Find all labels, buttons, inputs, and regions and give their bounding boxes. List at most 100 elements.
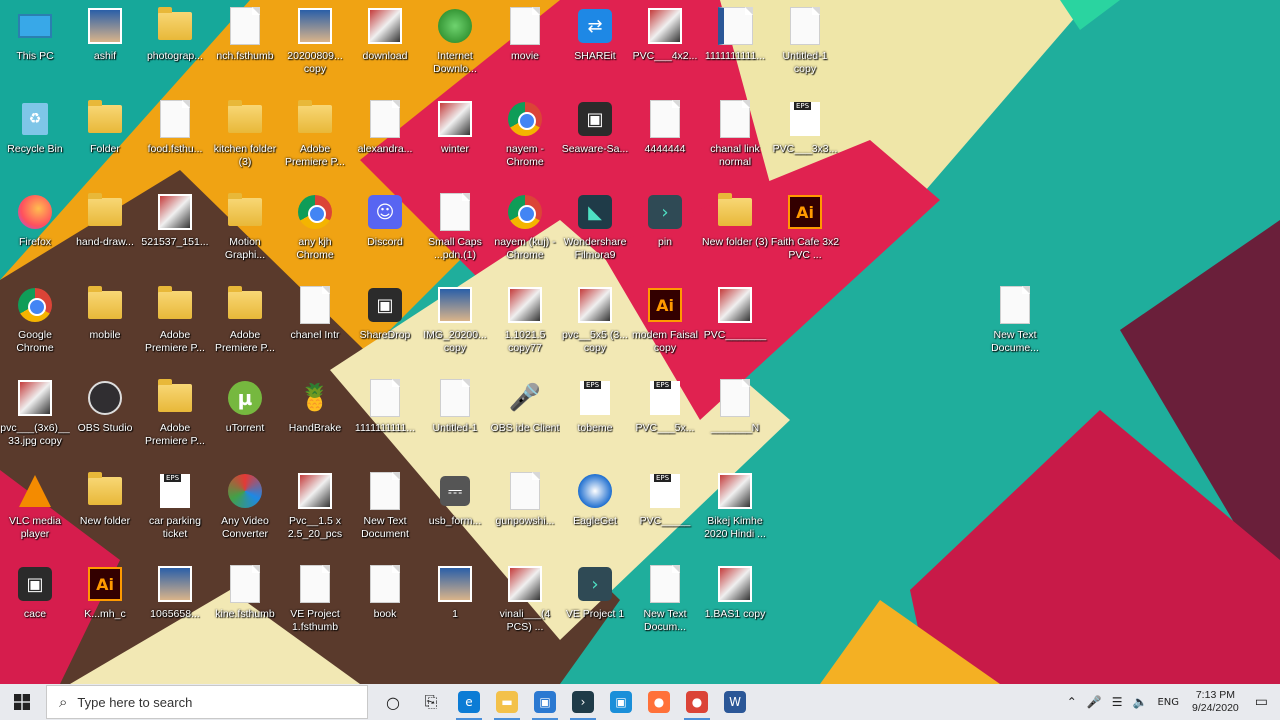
taskbar-search-box[interactable]: ⌕ [46, 685, 368, 719]
desktop-icon[interactable]: chanal link normal [700, 93, 770, 179]
desktop-icon[interactable]: PVC_______ [700, 279, 770, 365]
desktop-icon[interactable]: ▣ cace [0, 558, 70, 644]
desktop-icon[interactable]: 🍍 HandBrake [280, 372, 350, 458]
desktop-icon[interactable]: download [350, 0, 420, 86]
desktop-icon[interactable]: Bikej Kimhe 2020 Hindi ... [700, 465, 770, 551]
desktop-icon[interactable]: pvc__5x5 (3... copy [560, 279, 630, 365]
desktop-icon[interactable]: New Text Docum... [630, 558, 700, 644]
desktop-icon[interactable]: ▣ ShareDrop [350, 279, 420, 365]
desktop-icon[interactable]: Adobe Premiere P... [140, 279, 210, 365]
desktop-icon[interactable]: Untitled-1 copy [770, 0, 840, 86]
desktop-icon[interactable]: Small Caps ...pdn.(1) [420, 186, 490, 272]
desktop-icon[interactable]: 1 [420, 558, 490, 644]
desktop-icon[interactable]: OBS Studio [70, 372, 140, 458]
desktop-icon[interactable]: › pin [630, 186, 700, 272]
taskbar-word-button[interactable]: W [716, 684, 754, 720]
desktop-icon[interactable]: 4444444 [630, 93, 700, 179]
desktop-icon[interactable]: IMG_20200... copy [420, 279, 490, 365]
desktop-icon[interactable]: 20200809... copy [280, 0, 350, 86]
desktop-icon[interactable]: 521537_151... [140, 186, 210, 272]
desktop-icon[interactable]: Adobe Premiere P... [210, 279, 280, 365]
desktop-icon[interactable]: gunpowshi... [490, 465, 560, 551]
desktop-icon[interactable]: Ai modem Faisal copy [630, 279, 700, 365]
taskbar-settings-app-button[interactable]: ▣ [602, 684, 640, 720]
clock[interactable]: 7:13 PM 9/24/2020 [1184, 689, 1247, 715]
taskbar-task-view-button[interactable]: ⎘ [412, 684, 450, 720]
desktop-icon[interactable]: Motion Graphi... [210, 186, 280, 272]
desktop-icon[interactable]: food.fsthu... [140, 93, 210, 179]
taskbar-filmora-button[interactable]: › [564, 684, 602, 720]
language-indicator[interactable]: ENG [1152, 697, 1184, 708]
desktop-icon[interactable]: alexandra... [350, 93, 420, 179]
desktop-icon[interactable]: any kjh Chrome [280, 186, 350, 272]
search-input[interactable] [75, 693, 340, 711]
microphone-icon[interactable]: 🎤 [1082, 695, 1107, 709]
desktop-icon[interactable]: Untitled-1 [420, 372, 490, 458]
desktop-icon[interactable]: EagleGet [560, 465, 630, 551]
desktop-icon[interactable]: 1065658... [140, 558, 210, 644]
desktop-icon[interactable]: ♻ Recycle Bin [0, 93, 70, 179]
desktop-icon[interactable]: chanel Intr [280, 279, 350, 365]
desktop-icon[interactable]: EPS PVC_____ [630, 465, 700, 551]
network-icon[interactable]: ☰ [1107, 695, 1128, 709]
desktop-icon[interactable]: 1111111111... [350, 372, 420, 458]
desktop-icon[interactable]: µ uTorrent [210, 372, 280, 458]
taskbar-cortana-button[interactable]: ○ [374, 684, 412, 720]
desktop-icon[interactable]: winter [420, 93, 490, 179]
desktop-icon[interactable]: VLC media player [0, 465, 70, 551]
desktop-icon[interactable]: book [350, 558, 420, 644]
desktop-icon[interactable]: Any Video Converter [210, 465, 280, 551]
desktop-icon[interactable]: ◣ Wondershare Filmora9 [560, 186, 630, 272]
chevron-up-icon[interactable]: ⌃ [1062, 695, 1082, 709]
desktop-icon[interactable]: ☺ Discord [350, 186, 420, 272]
desktop-icon[interactable]: Adobe Premiere P... [140, 372, 210, 458]
desktop-icon[interactable]: mobile [70, 279, 140, 365]
desktop-icon[interactable]: New folder (3) [700, 186, 770, 272]
desktop-icon[interactable]: Ai Faith Cafe 3x2 PVC ... [770, 186, 840, 272]
desktop-icon[interactable]: nch.fsthumb [210, 0, 280, 86]
desktop-icon[interactable]: ashif [70, 0, 140, 86]
desktop-icon[interactable]: _______N [700, 372, 770, 458]
desktop-icon[interactable]: 1.BAS1 copy [700, 558, 770, 644]
desktop-icon[interactable]: Pvc__1.5 x 2.5_20_pcs [280, 465, 350, 551]
desktop-icon[interactable]: movie [490, 0, 560, 86]
desktop-icon[interactable]: nayem - Chrome [490, 93, 560, 179]
desktop-icon[interactable]: EPS car parking ticket [140, 465, 210, 551]
desktop-icon[interactable]: Folder [70, 93, 140, 179]
desktop-icon[interactable]: 🎤 OBS ide Client [490, 372, 560, 458]
taskbar-file-explorer-button[interactable]: ▬ [488, 684, 526, 720]
taskbar-edge-button[interactable]: e [450, 684, 488, 720]
desktop-icon[interactable]: kine.fsthumb [210, 558, 280, 644]
desktop-icon[interactable]: New folder [70, 465, 140, 551]
desktop-icon[interactable]: Adobe Premiere P... [280, 93, 350, 179]
desktop-icon[interactable]: Firefox [0, 186, 70, 272]
desktop-icon[interactable]: 1111111111... [700, 0, 770, 86]
desktop-icon[interactable]: New Text Document [350, 465, 420, 551]
desktop-icon[interactable]: ⇄ SHAREit [560, 0, 630, 86]
desktop-icon[interactable]: ⎓ usb_form... [420, 465, 490, 551]
taskbar-sharex-button[interactable]: ▣ [526, 684, 564, 720]
desktop-icon[interactable]: hand-draw... [70, 186, 140, 272]
desktop-icon[interactable]: vinali___(4 PCS) ... [490, 558, 560, 644]
desktop-icon[interactable]: New Text Docume... [980, 279, 1050, 365]
desktop-icon[interactable]: Ai K...mh_c [70, 558, 140, 644]
desktop-icon[interactable]: EPS PVC___3x3... [770, 93, 840, 179]
desktop-icon[interactable]: This PC [0, 0, 70, 86]
desktop-icon[interactable]: ▣ Seaware-Sa... [560, 93, 630, 179]
desktop-icon[interactable]: VE Project 1.fsthumb [280, 558, 350, 644]
desktop-icon[interactable]: PVC___4x2... [630, 0, 700, 86]
desktop-icon[interactable]: kitchen folder (3) [210, 93, 280, 179]
desktop-icon[interactable]: nayem (kuj) - Chrome [490, 186, 560, 272]
desktop-icon[interactable]: › VE Project 1 [560, 558, 630, 644]
start-button[interactable] [0, 684, 44, 720]
taskbar-chrome-button[interactable]: ● [678, 684, 716, 720]
taskbar-firefox-button[interactable]: ● [640, 684, 678, 720]
volume-icon[interactable]: 🔈 [1128, 695, 1153, 709]
desktop-icon[interactable]: pvc___(3x6)__33.jpg copy [0, 372, 70, 458]
desktop-icon[interactable]: photograp... [140, 0, 210, 86]
desktop-icon[interactable]: Google Chrome [0, 279, 70, 365]
desktop-icon[interactable]: 1.1021.5 copy77 [490, 279, 560, 365]
notification-icon[interactable]: ▭ [1247, 694, 1280, 710]
desktop-icon[interactable]: EPS PVC___5x... [630, 372, 700, 458]
desktop-icon[interactable]: Internet Downlo... [420, 0, 490, 86]
